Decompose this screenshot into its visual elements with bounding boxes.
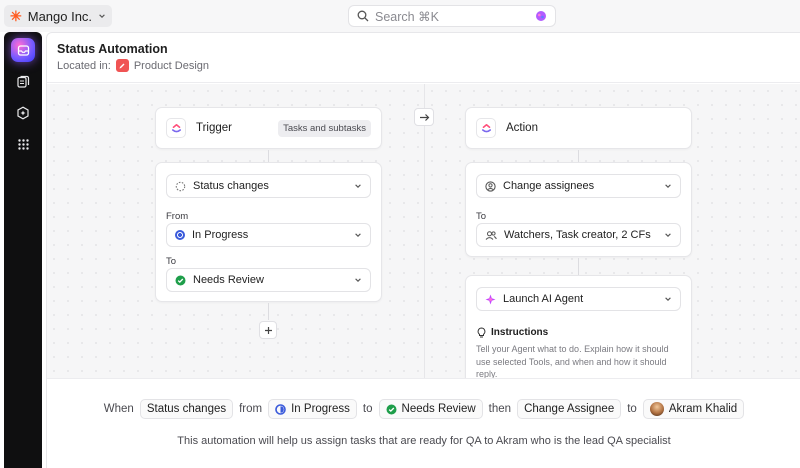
location-link[interactable]: Product Design	[134, 60, 209, 72]
automation-description: This automation will help us assign task…	[177, 435, 671, 447]
sidebar-ai-button[interactable]	[11, 101, 35, 125]
to-status-value: Needs Review	[193, 274, 264, 286]
chevron-down-icon	[355, 278, 361, 282]
from-status-value: In Progress	[192, 229, 249, 241]
assignees-value: Watchers, Task creator, 2 CFs	[504, 229, 651, 241]
trigger-condition-select[interactable]: Status changes	[166, 174, 371, 198]
summary-to-status-label: Needs Review	[401, 403, 476, 415]
from-status-select[interactable]: In Progress	[166, 223, 371, 247]
action-title: Action	[506, 122, 538, 134]
in-progress-status-icon	[275, 403, 286, 415]
summary-to-status-pill[interactable]: Needs Review	[378, 399, 483, 419]
action-type-select[interactable]: Change assignees	[476, 174, 681, 198]
summary-assignee-pill[interactable]: Akram Khalid	[642, 399, 745, 419]
sidebar-docs-button[interactable]	[11, 70, 35, 94]
page-header: Status Automation Located in: Product De…	[47, 33, 800, 83]
action-connector-2	[578, 258, 579, 275]
summary-trigger-label: Status changes	[146, 403, 227, 415]
add-step-button[interactable]	[259, 321, 277, 339]
search-icon	[357, 10, 369, 22]
second-action-select[interactable]: Launch AI Agent	[476, 287, 681, 311]
trigger-title: Trigger	[196, 122, 232, 134]
summary-when: When	[103, 403, 134, 415]
assignees-select[interactable]: Watchers, Task creator, 2 CFs	[476, 223, 681, 247]
top-bar: ✳ Mango Inc. Search ⌘K	[0, 0, 800, 32]
located-in-label: Located in:	[57, 59, 111, 72]
page-title: Status Automation	[57, 42, 168, 56]
workspace-logo-icon: ✳	[10, 8, 22, 24]
chevron-down-icon	[355, 233, 361, 237]
summary-action-label: Change Assignee	[524, 403, 615, 415]
sidebar	[4, 32, 42, 468]
trigger-condition-value: Status changes	[193, 180, 269, 192]
ai-brain-icon[interactable]	[535, 10, 547, 22]
action-card[interactable]: Action	[465, 107, 692, 149]
chevron-down-icon	[665, 297, 671, 301]
scope-chip[interactable]: Tasks and subtasks	[278, 120, 371, 137]
summary-trigger-pill[interactable]: Status changes	[139, 399, 234, 419]
summary-assignee-label: Akram Khalid	[668, 403, 738, 415]
arrow-right-icon	[419, 113, 429, 121]
main-panel: Status Automation Located in: Product De…	[46, 32, 800, 468]
chevron-down-icon	[355, 184, 361, 188]
check-circle-icon	[175, 275, 186, 285]
chevron-down-icon	[99, 14, 105, 18]
from-label: From	[166, 211, 189, 222]
summary-action-pill[interactable]: Change Assignee	[517, 399, 622, 419]
pencil-icon	[115, 59, 129, 72]
flow-arrow-button[interactable]	[414, 108, 434, 126]
to-status-select[interactable]: Needs Review	[166, 268, 371, 292]
to-label: To	[166, 256, 177, 267]
ai-agent-icon	[485, 294, 496, 304]
summary-sentence: When Status changes from In Progress to …	[47, 399, 800, 419]
search-bar[interactable]: Search ⌘K	[348, 5, 556, 27]
plus-icon	[264, 326, 272, 334]
chevron-down-icon	[665, 233, 671, 237]
inbox-icon	[17, 44, 29, 56]
assignees-to-label: To	[476, 211, 487, 222]
trigger-card[interactable]: Trigger Tasks and subtasks	[155, 107, 382, 149]
clickup-logo-icon	[166, 118, 186, 138]
action-type-value: Change assignees	[503, 180, 595, 192]
clickup-logo-icon	[476, 118, 496, 138]
workspace-switcher[interactable]: ✳ Mango Inc.	[4, 5, 113, 27]
summary-to: to	[362, 403, 373, 415]
summary-from-status-pill[interactable]: In Progress	[268, 399, 357, 419]
automation-summary: When Status changes from In Progress to …	[47, 378, 800, 468]
grid-dots-icon	[17, 138, 29, 150]
instructions-title: Instructions	[491, 327, 549, 338]
user-circle-icon	[485, 180, 496, 192]
workspace-name: Mango Inc.	[27, 8, 93, 24]
dashed-circle-icon	[175, 181, 186, 191]
location-breadcrumb: Located in: Product Design	[57, 59, 209, 72]
instructions-heading: Instructions	[476, 327, 548, 338]
second-action-value: Launch AI Agent	[503, 293, 584, 305]
summary-then: then	[488, 403, 512, 415]
in-progress-status-icon	[175, 230, 185, 240]
change-assignees-card: Change assignees To Watchers, Task creat…	[465, 162, 692, 257]
sidebar-apps-button[interactable]	[11, 132, 35, 156]
trigger-config-card: Status changes From In Progress To Needs…	[155, 162, 382, 302]
search-placeholder: Search ⌘K	[375, 9, 439, 24]
docs-icon	[17, 75, 30, 88]
users-icon	[485, 230, 497, 240]
canvas-divider	[424, 84, 425, 378]
lightbulb-icon	[477, 327, 486, 338]
summary-from: from	[239, 403, 263, 415]
avatar	[649, 402, 664, 416]
add-connector	[268, 303, 269, 320]
ai-agent-card: Launch AI Agent Instructions Tell your A…	[465, 275, 692, 385]
action-connector	[578, 150, 579, 162]
summary-from-status-label: In Progress	[291, 403, 350, 415]
sparkle-hexagon-icon	[17, 106, 29, 120]
sidebar-home-button[interactable]	[11, 38, 35, 62]
summary-to-2: to	[627, 403, 637, 415]
trigger-connector	[268, 150, 269, 162]
instructions-text[interactable]: Tell your Agent what to do. Explain how …	[476, 343, 676, 381]
check-circle-icon	[386, 404, 397, 414]
chevron-down-icon	[665, 184, 671, 188]
